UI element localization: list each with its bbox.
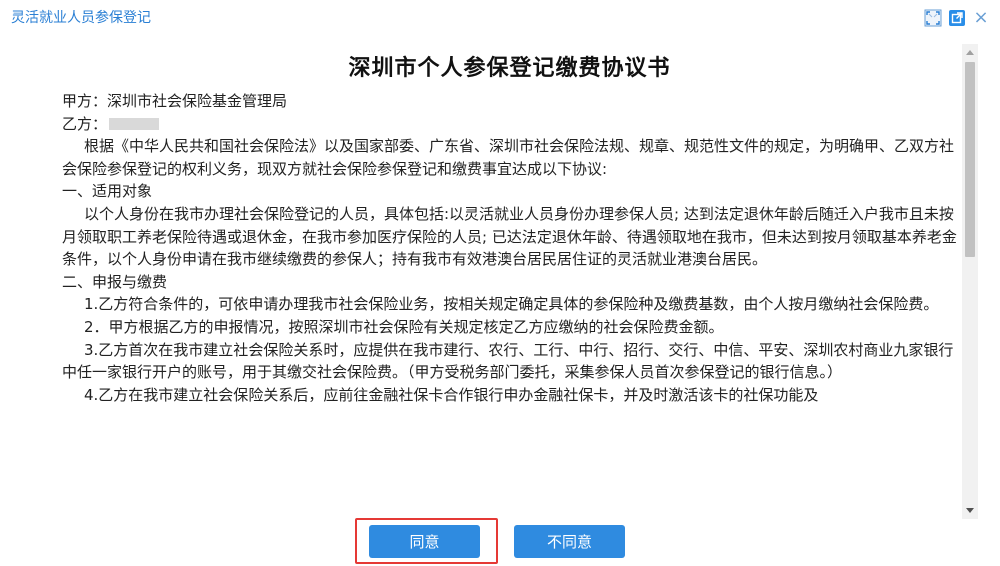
- scroll-down-arrow-icon[interactable]: [962, 503, 978, 519]
- scroll-up-arrow-icon[interactable]: [962, 44, 978, 60]
- dialog-title: 灵活就业人员参保登记: [11, 10, 151, 26]
- section2-heading: 二、申报与缴费: [62, 272, 168, 291]
- title-controls: ×: [924, 8, 990, 28]
- fullscreen-icon[interactable]: [924, 9, 942, 27]
- party-a: 甲方：深圳市社会保险基金管理局: [62, 92, 288, 110]
- party-b-label: 乙方：: [62, 114, 108, 133]
- dialog-titlebar: 灵活就业人员参保登记 ×: [0, 0, 1000, 36]
- clause-3: 3.乙方首次在我市建立社会保险关系时，应提供在我市建行、农行、工行、中行、招行、…: [62, 340, 954, 382]
- disagree-button[interactable]: 不同意: [514, 525, 625, 558]
- agreement-document: 深圳市个人参保登记缴费协议书 甲方：深圳市社会保险基金管理局 乙方： 根据《中华…: [62, 36, 957, 406]
- action-bar: 同意 不同意: [0, 518, 1000, 566]
- clause-4: 4.乙方在我市建立社会保险关系后，应前往金融社保卡合作银行申办金融社保卡，并及时…: [84, 385, 819, 404]
- agreement-scroll-area[interactable]: 深圳市个人参保登记缴费协议书 甲方：深圳市社会保险基金管理局 乙方： 根据《中华…: [0, 36, 1000, 518]
- clause-2: 2．甲方根据乙方的申报情况，按照深圳市社会保险有关规定核定乙方应缴纳的社会保险费…: [84, 317, 724, 336]
- vertical-scrollbar[interactable]: [962, 44, 978, 519]
- popout-icon[interactable]: [948, 9, 966, 27]
- clause-1: 1.乙方符合条件的，可依申请办理我市社会保险业务，按相关规定确定具体的参保险种及…: [84, 295, 939, 314]
- section1-heading: 一、适用对象: [62, 182, 153, 201]
- section1-body: 以个人身份在我市办理社会保险登记的人员，具体包括:以灵活就业人员身份办理参保人员…: [62, 204, 957, 269]
- agree-button[interactable]: 同意: [369, 525, 480, 558]
- scrollbar-thumb[interactable]: [965, 62, 975, 257]
- close-icon[interactable]: ×: [972, 9, 990, 27]
- redacted-name: [109, 117, 160, 130]
- agreement-intro: 根据《中华人民共和国社会保险法》以及国家部委、广东省、深圳市社会保险法规、规章、…: [62, 137, 955, 178]
- agreement-title: 深圳市个人参保登记缴费协议书: [348, 56, 671, 81]
- party-b: 乙方：: [62, 113, 957, 136]
